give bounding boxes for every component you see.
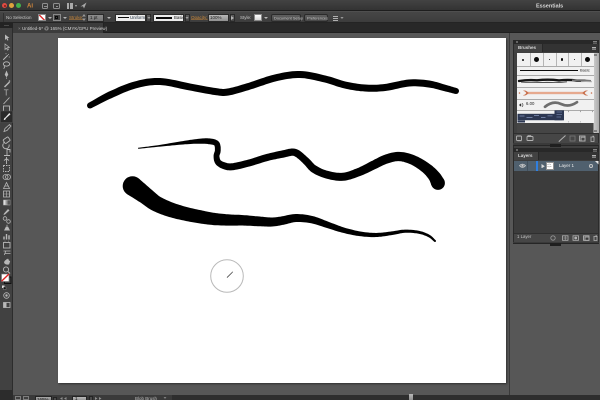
svg-text:T: T [4, 89, 9, 98]
